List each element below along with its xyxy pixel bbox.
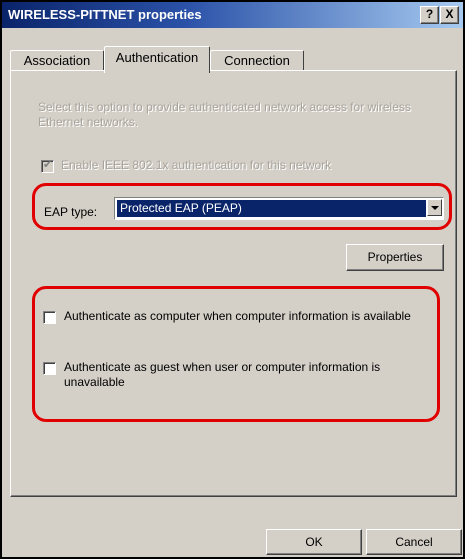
window-title: WIRELESS-PITTNET properties — [8, 7, 202, 22]
authentication-panel — [10, 70, 457, 497]
title-bar[interactable]: WIRELESS-PITTNET properties ? X — [2, 2, 463, 28]
eap-type-value: Protected EAP (PEAP) — [117, 200, 426, 217]
help-button[interactable]: ? — [420, 6, 439, 24]
checkmark-icon: ✔ — [43, 159, 53, 171]
cancel-button[interactable]: Cancel — [366, 529, 462, 555]
ok-button[interactable]: OK — [266, 529, 362, 555]
tab-authentication[interactable]: Authentication — [104, 46, 210, 73]
eap-type-label: EAP type: — [44, 205, 98, 219]
close-button[interactable]: X — [440, 6, 459, 24]
tab-association[interactable]: Association — [10, 50, 104, 71]
properties-button[interactable]: Properties — [346, 244, 444, 271]
eap-type-select[interactable]: Protected EAP (PEAP) — [114, 197, 444, 220]
authentication-description: Select this option to provide authentica… — [38, 100, 411, 129]
enable-8021x-checkbox[interactable]: ✔ — [41, 159, 54, 173]
enable-8021x-label: Enable IEEE 802.1x authentication for th… — [61, 158, 332, 172]
chevron-down-icon[interactable] — [427, 199, 442, 216]
auth-as-computer-checkbox[interactable] — [43, 311, 56, 324]
auth-as-computer-label: Authenticate as computer when computer i… — [64, 309, 411, 323]
tab-connection[interactable]: Connection — [210, 50, 304, 71]
auth-as-guest-label: Authenticate as guest when user or compu… — [64, 360, 381, 389]
properties-dialog: WIRELESS-PITTNET properties ? X Associat… — [0, 0, 465, 559]
auth-as-guest-checkbox[interactable] — [43, 362, 56, 375]
